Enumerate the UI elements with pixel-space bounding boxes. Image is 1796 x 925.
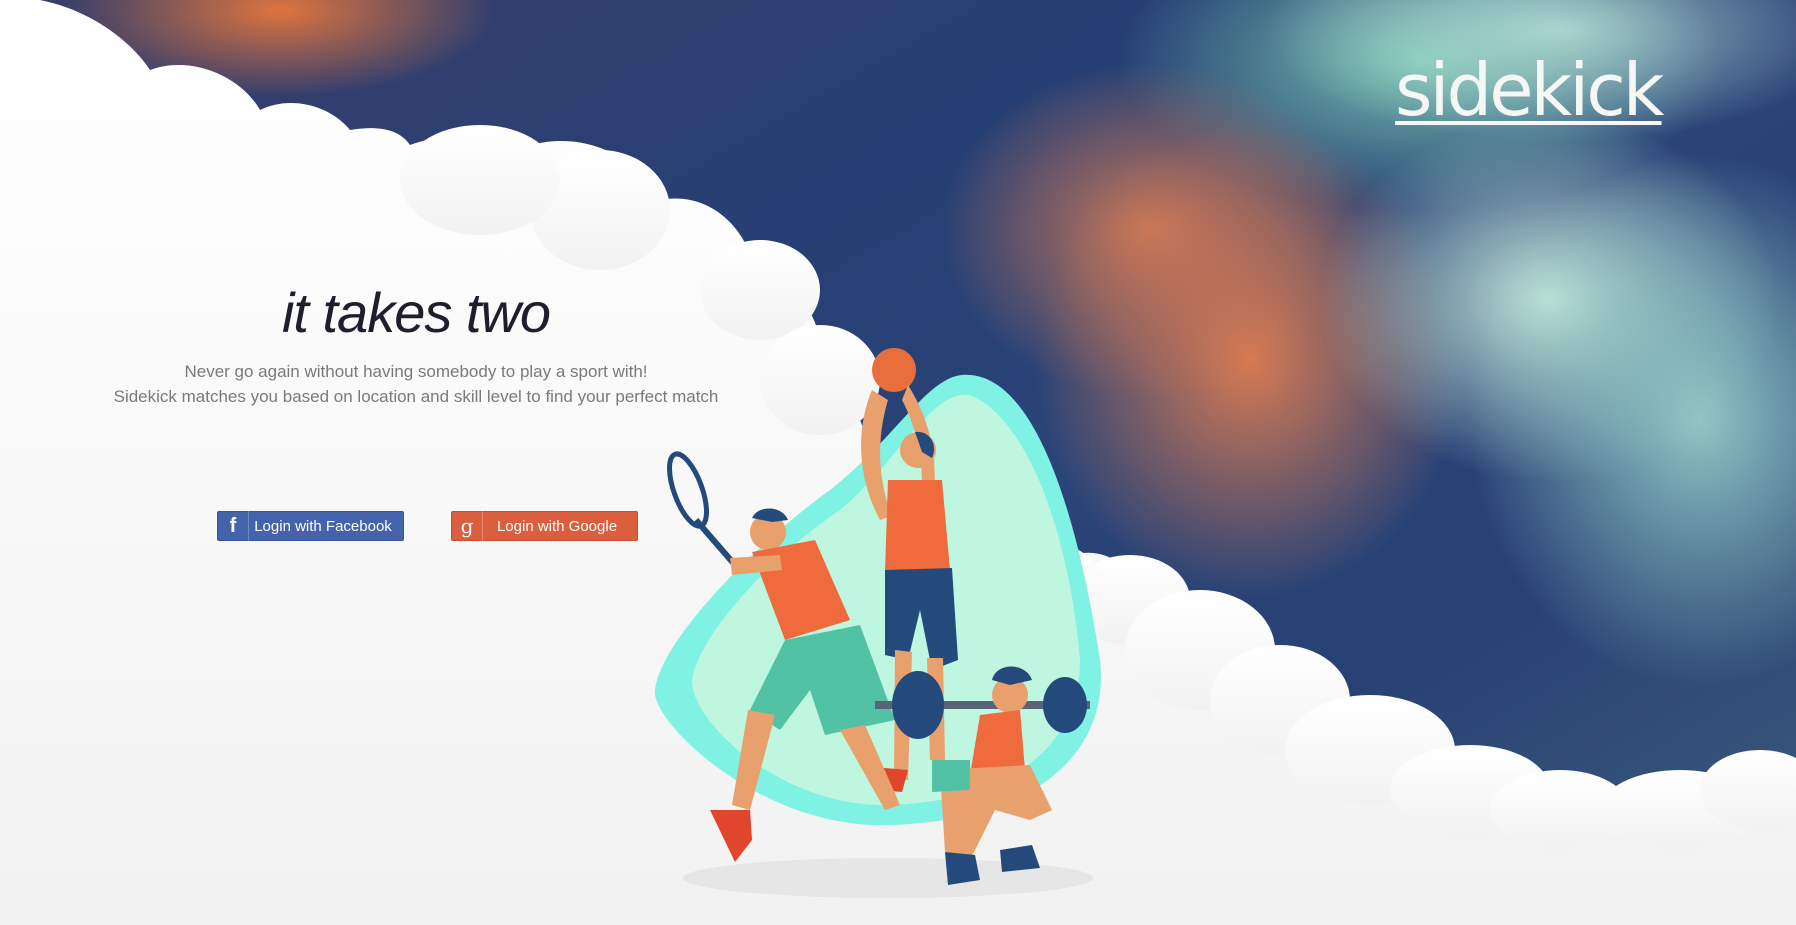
login-google-button[interactable]: g Login with Google: [451, 511, 638, 541]
tennis-racket: [667, 451, 709, 529]
google-icon: g: [452, 511, 483, 541]
sidekick-logo[interactable]: sidekick: [1395, 48, 1664, 132]
facebook-icon: f: [218, 511, 249, 541]
basketball: [872, 348, 916, 392]
login-google-label: Login with Google: [496, 517, 618, 535]
login-facebook-button[interactable]: f Login with Facebook: [217, 511, 404, 541]
login-facebook-label: Login with Facebook: [254, 517, 392, 535]
athletes-illustration: [654, 348, 1101, 898]
hero-title: it takes two: [281, 281, 551, 344]
